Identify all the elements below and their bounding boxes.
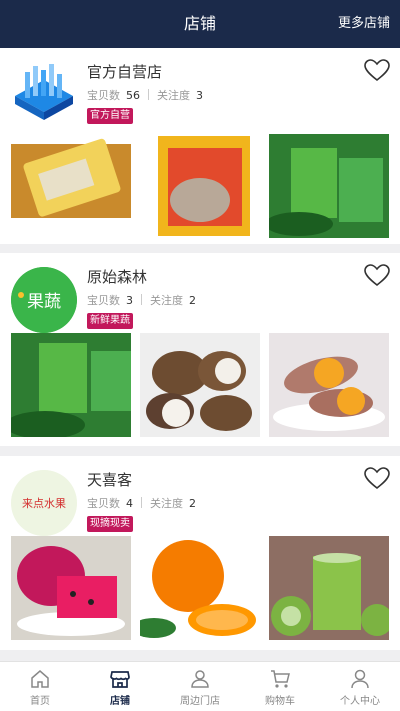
store-tag: 官方自营 [87,108,133,124]
product-photo[interactable] [11,536,131,640]
store-logo: 来点水果 [11,470,77,536]
store-card[interactable]: 来点水果 天喜客 宝贝数 4 关注度 2 现摘现卖 [0,456,400,650]
store-logo: 果蔬 [11,267,77,333]
heart-icon[interactable] [364,59,390,83]
tab-home[interactable]: 首页 [0,662,80,711]
product-photo[interactable] [11,333,131,437]
user-icon [351,669,369,689]
store-tag: 现摘现卖 [87,516,133,532]
product-photo[interactable] [140,536,260,640]
store-card[interactable]: 官方自营店 宝贝数 56 关注度 3 官方自营 [0,48,400,244]
cart-icon [271,670,290,688]
heart-icon[interactable] [364,467,390,491]
tab-store[interactable]: 店铺 [80,662,160,711]
tab-nearby-stores[interactable]: 周边门店 [160,662,240,711]
store-logo [11,62,77,128]
product-photo[interactable] [140,333,260,437]
store-name: 天喜客 [87,471,133,489]
store-name: 官方自营店 [87,63,163,81]
svg-text:来点水果: 来点水果 [22,497,66,510]
store-stats: 宝贝数 56 关注度 3 [87,89,203,102]
product-photo[interactable] [269,333,389,437]
product-photo[interactable] [269,536,389,640]
store-stats: 宝贝数 4 关注度 2 [87,497,196,510]
heart-icon[interactable] [364,264,390,288]
store-card[interactable]: 果蔬 原始森林 宝贝数 3 关注度 2 新鲜果蔬 [0,253,400,446]
store-name: 原始森林 [87,268,148,286]
svg-text:果蔬: 果蔬 [27,292,61,312]
store-stats: 宝贝数 3 关注度 2 [87,294,196,307]
more-stores-link[interactable]: 更多店铺 [338,0,390,48]
tab-cart[interactable]: 购物车 [240,662,320,711]
store-icon [110,671,130,688]
product-photo[interactable] [269,134,389,238]
person-icon [191,670,209,688]
product-photo[interactable] [150,134,270,238]
app-header: 店铺 更多店铺 [0,0,400,48]
store-tag: 新鲜果蔬 [87,313,133,329]
home-icon [31,670,49,688]
bottom-tab-bar: 首页 店铺 周边门店 购物车 个人中心 [0,661,400,711]
product-photo[interactable] [11,134,131,238]
tab-profile[interactable]: 个人中心 [320,662,400,711]
